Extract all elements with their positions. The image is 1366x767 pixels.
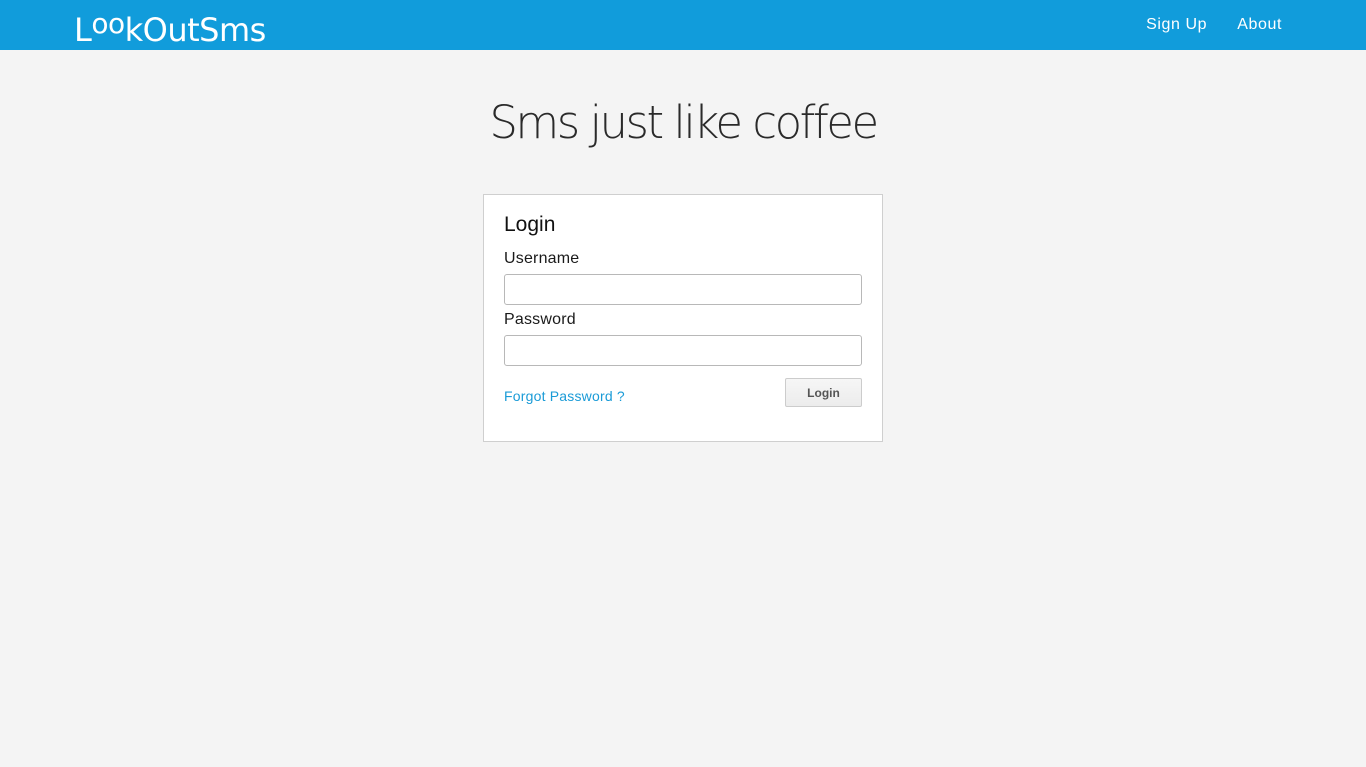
nav-links: Sign Up About — [1116, 0, 1282, 50]
username-input[interactable] — [504, 274, 862, 305]
login-button[interactable]: Login — [785, 378, 862, 407]
nav-link-about[interactable]: About — [1237, 16, 1282, 34]
username-label: Username — [504, 250, 580, 267]
password-label: Password — [504, 311, 576, 328]
login-title: Login — [504, 213, 556, 236]
login-panel: Login Username Password Forgot Password … — [483, 194, 883, 442]
nav-link-sign-up[interactable]: Sign Up — [1146, 16, 1207, 34]
top-navbar: Loo kOutSms Sign Up About — [0, 0, 1366, 50]
password-input[interactable] — [504, 335, 862, 366]
brand-part-l: L — [74, 11, 92, 49]
brand-part-rest: kOutSms — [124, 11, 267, 49]
brand-part-oo: oo — [91, 7, 125, 40]
brand-logo-link[interactable]: Loo kOutSms — [74, 4, 267, 49]
page-headline: Sms just like coffee — [489, 96, 879, 149]
forgot-password-link[interactable]: Forgot Password ? — [504, 388, 625, 404]
